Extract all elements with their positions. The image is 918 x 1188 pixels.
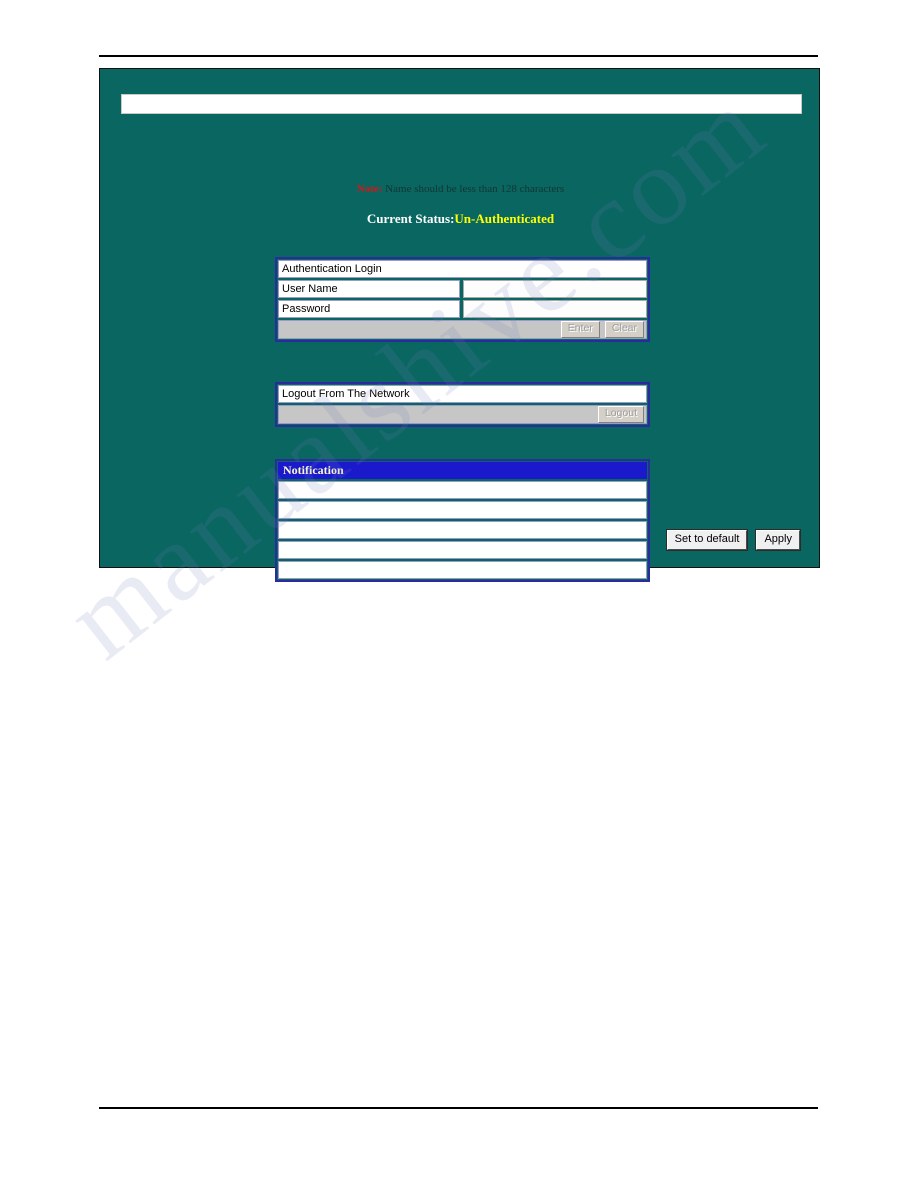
notification-table: Notification xyxy=(275,459,650,582)
password-row: Password xyxy=(278,300,647,318)
current-status-label: Current Status: xyxy=(366,211,455,226)
logout-title-cell: Logout From The Network xyxy=(278,385,647,403)
apply-button[interactable]: Apply xyxy=(755,529,801,551)
note-text: Name should be less than 128 characters xyxy=(385,183,565,195)
authentication-login-table: Authentication Login User Name Password … xyxy=(275,257,650,342)
set-to-default-button[interactable]: Set to default xyxy=(665,529,749,551)
auth-title-row: Authentication Login xyxy=(278,260,647,278)
logout-table: Logout From The Network Logout xyxy=(275,382,650,427)
page-header-rule xyxy=(99,55,818,57)
notification-header: Notification xyxy=(278,462,647,479)
notification-row[interactable] xyxy=(278,501,647,519)
username-row: User Name xyxy=(278,280,647,298)
configuration-panel: Note: Name should be less than 128 chara… xyxy=(99,68,821,582)
logout-button[interactable]: Logout xyxy=(597,406,644,423)
page-footer-rule xyxy=(99,1107,818,1109)
username-label: User Name xyxy=(278,280,460,298)
current-status-value: Un-Authenticated xyxy=(454,211,555,226)
auth-title-cell: Authentication Login xyxy=(278,260,647,278)
auth-button-bar: Enter Clear xyxy=(278,320,647,339)
notification-row[interactable] xyxy=(278,481,647,499)
password-input[interactable] xyxy=(463,300,647,318)
enter-button[interactable]: Enter xyxy=(560,321,600,338)
note-label: Note: xyxy=(356,183,383,195)
notification-row[interactable] xyxy=(278,561,647,579)
logout-title-row: Logout From The Network xyxy=(278,385,647,403)
name-input[interactable] xyxy=(121,94,802,114)
action-bar: Set to default Apply xyxy=(100,529,801,551)
username-input[interactable] xyxy=(463,280,647,298)
current-status: Current Status:Un-Authenticated xyxy=(100,211,821,226)
clear-button[interactable]: Clear xyxy=(604,321,644,338)
password-label: Password xyxy=(278,300,460,318)
logout-button-bar: Logout xyxy=(278,405,647,424)
note-line: Note: Name should be less than 128 chara… xyxy=(100,183,821,195)
